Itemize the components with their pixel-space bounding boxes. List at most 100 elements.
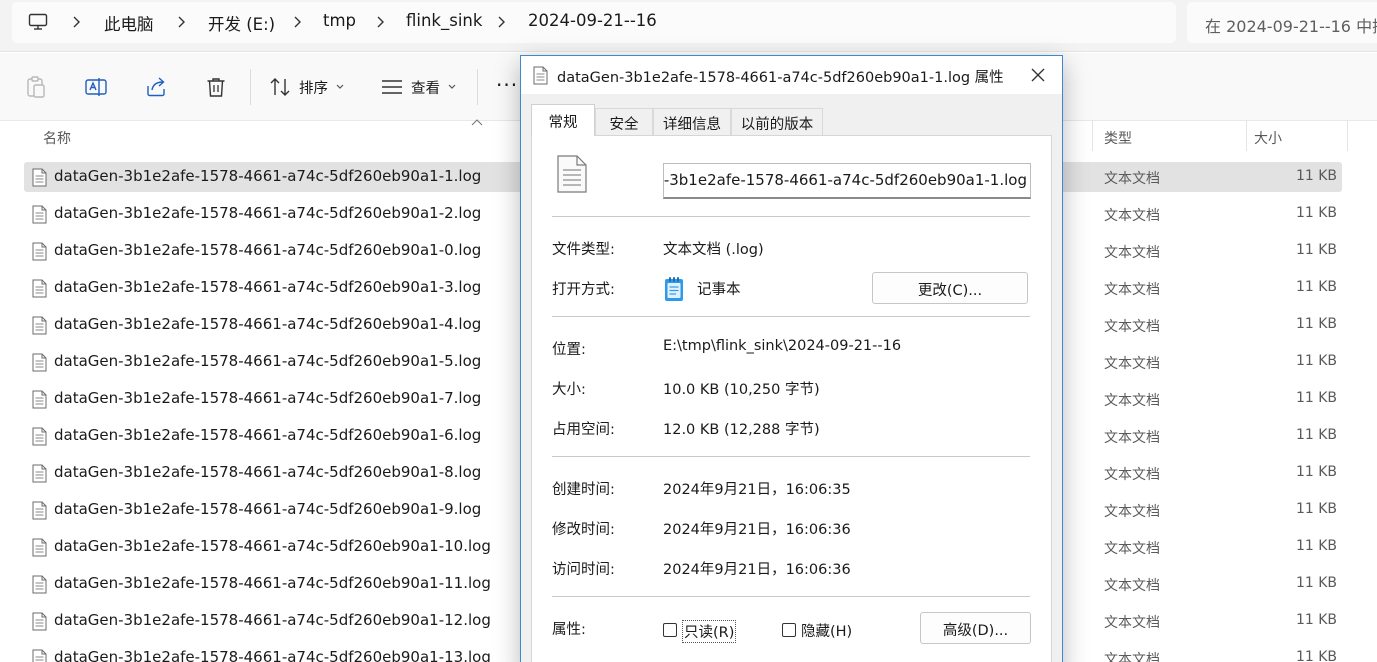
file-size: 11 KB <box>1295 168 1337 184</box>
computer-icon[interactable] <box>28 12 48 32</box>
hidden-checkbox-label[interactable]: 隐藏(H) <box>801 620 852 641</box>
file-name: dataGen-3b1e2afe-1578-4661-a74c-5df260eb… <box>54 648 491 662</box>
size-value: 10.0 KB (10,250 字节) <box>663 382 820 398</box>
change-button[interactable]: 更改(C)... <box>872 272 1028 304</box>
file-type-value: 文本文档 (.log) <box>663 242 764 258</box>
tab-details[interactable]: 详细信息 <box>653 108 731 135</box>
view-icon[interactable] <box>380 75 404 99</box>
breadcrumb-current-folder[interactable]: 2024-09-21--16 <box>528 11 657 30</box>
file-size: 11 KB <box>1295 612 1337 628</box>
file-name: dataGen-3b1e2afe-1578-4661-a74c-5df260eb… <box>54 426 482 444</box>
size-label: 大小: <box>552 382 586 398</box>
properties-dialog: dataGen-3b1e2afe-1578-4661-a74c-5df260eb… <box>520 55 1063 662</box>
divider <box>552 596 1030 597</box>
tab-previous-versions[interactable]: 以前的版本 <box>731 108 823 135</box>
paste-icon[interactable] <box>24 75 48 99</box>
rename-icon[interactable] <box>84 75 108 99</box>
text-file-icon <box>32 353 47 372</box>
chevron-right-icon[interactable] <box>376 15 386 29</box>
attributes-label: 属性: <box>552 622 586 638</box>
chevron-right-icon[interactable] <box>293 15 303 29</box>
file-type: 文本文档 <box>1104 282 1160 298</box>
file-name: dataGen-3b1e2afe-1578-4661-a74c-5df260eb… <box>54 537 491 555</box>
share-icon[interactable] <box>144 75 168 99</box>
file-size: 11 KB <box>1295 427 1337 443</box>
file-name: dataGen-3b1e2afe-1578-4661-a74c-5df260eb… <box>54 389 482 407</box>
file-type: 文本文档 <box>1104 393 1160 409</box>
accessed-label: 访问时间: <box>552 562 615 578</box>
column-header-name[interactable]: 名称 <box>43 128 71 148</box>
location-value: E:\tmp\flink_sink\2024-09-21--16 <box>663 338 902 354</box>
address-strip: 此电脑 开发 (E:) tmp flink_sink 2024-09-21--1… <box>0 0 1377 52</box>
text-file-icon <box>32 464 47 483</box>
tab-general[interactable]: 常规 <box>531 104 595 136</box>
column-divider[interactable] <box>1092 121 1093 151</box>
file-type: 文本文档 <box>1104 356 1160 372</box>
chevron-right-icon[interactable] <box>497 15 507 29</box>
size-on-disk-value: 12.0 KB (12,288 字节) <box>663 422 820 438</box>
text-file-icon <box>32 538 47 557</box>
divider <box>552 216 1030 217</box>
text-file-icon <box>32 390 47 409</box>
breadcrumb-tmp[interactable]: tmp <box>323 11 356 30</box>
breadcrumb-drive-e[interactable]: 开发 (E:) <box>208 11 275 35</box>
view-button[interactable]: 查看 <box>411 77 440 98</box>
file-type: 文本文档 <box>1104 578 1160 594</box>
file-size: 11 KB <box>1295 242 1337 258</box>
text-file-icon <box>32 575 47 594</box>
file-type: 文本文档 <box>1104 504 1160 520</box>
file-type: 文本文档 <box>1104 319 1160 335</box>
file-size: 11 KB <box>1295 649 1337 662</box>
file-type: 文本文档 <box>1104 652 1160 662</box>
file-type: 文本文档 <box>1104 541 1160 557</box>
text-file-icon <box>32 168 47 187</box>
file-type: 文本文档 <box>1104 615 1160 631</box>
column-divider[interactable] <box>1246 121 1247 151</box>
file-type: 文本文档 <box>1104 467 1160 483</box>
file-type: 文本文档 <box>1104 171 1160 187</box>
toolbar-separator <box>477 69 478 105</box>
file-type: 文本文档 <box>1104 245 1160 261</box>
file-name: dataGen-3b1e2afe-1578-4661-a74c-5df260eb… <box>54 574 491 592</box>
text-file-icon <box>32 242 47 261</box>
accessed-value: 2024年9月21日，16:06:36 <box>663 562 851 578</box>
file-type-label: 文件类型: <box>552 242 615 258</box>
breadcrumb-flink-sink[interactable]: flink_sink <box>406 11 482 30</box>
sort-button[interactable]: 排序 <box>299 77 328 98</box>
hidden-checkbox[interactable] <box>782 623 796 637</box>
column-header-type[interactable]: 类型 <box>1104 128 1132 148</box>
sort-icon[interactable] <box>268 75 292 99</box>
modified-value: 2024年9月21日，16:06:36 <box>663 522 851 538</box>
chevron-right-icon[interactable] <box>177 15 187 29</box>
advanced-button[interactable]: 高级(D)... <box>920 612 1031 644</box>
file-name: dataGen-3b1e2afe-1578-4661-a74c-5df260eb… <box>54 352 482 370</box>
file-name: dataGen-3b1e2afe-1578-4661-a74c-5df260eb… <box>54 611 491 629</box>
file-name-input[interactable]: dataGen-3b1e2afe-1578-4661-a74c-5df260eb… <box>663 163 1031 199</box>
more-options-button[interactable]: ··· <box>496 73 518 97</box>
tab-security[interactable]: 安全 <box>595 108 653 135</box>
file-size: 11 KB <box>1295 538 1337 554</box>
file-name-value: dataGen-3b1e2afe-1578-4661-a74c-5df260eb… <box>663 171 1027 189</box>
file-name: dataGen-3b1e2afe-1578-4661-a74c-5df260eb… <box>54 278 482 296</box>
text-file-icon <box>32 501 47 520</box>
readonly-checkbox-label[interactable]: 只读(R) <box>682 620 737 643</box>
breadcrumb-this-pc[interactable]: 此电脑 <box>104 11 154 35</box>
chevron-down-icon[interactable] <box>448 84 456 90</box>
file-name: dataGen-3b1e2afe-1578-4661-a74c-5df260eb… <box>54 167 482 185</box>
readonly-checkbox[interactable] <box>663 623 677 637</box>
modified-label: 修改时间: <box>552 522 615 538</box>
file-size: 11 KB <box>1295 205 1337 221</box>
toolbar-separator <box>250 69 251 105</box>
dialog-title: dataGen-3b1e2afe-1578-4661-a74c-5df260eb… <box>557 70 1004 86</box>
location-label: 位置: <box>552 342 586 358</box>
delete-icon[interactable] <box>204 75 228 99</box>
search-placeholder: 在 2024-09-21--16 中搜索 <box>1205 17 1377 36</box>
chevron-right-icon[interactable] <box>72 15 82 29</box>
chevron-down-icon[interactable] <box>336 84 344 90</box>
column-header-size[interactable]: 大小 <box>1254 128 1282 148</box>
search-box[interactable]: 在 2024-09-21--16 中搜索 <box>1187 2 1377 43</box>
dialog-titlebar[interactable]: dataGen-3b1e2afe-1578-4661-a74c-5df260eb… <box>521 56 1062 94</box>
file-size: 11 KB <box>1295 501 1337 517</box>
close-icon[interactable] <box>1031 68 1045 82</box>
column-divider[interactable] <box>1347 121 1348 151</box>
